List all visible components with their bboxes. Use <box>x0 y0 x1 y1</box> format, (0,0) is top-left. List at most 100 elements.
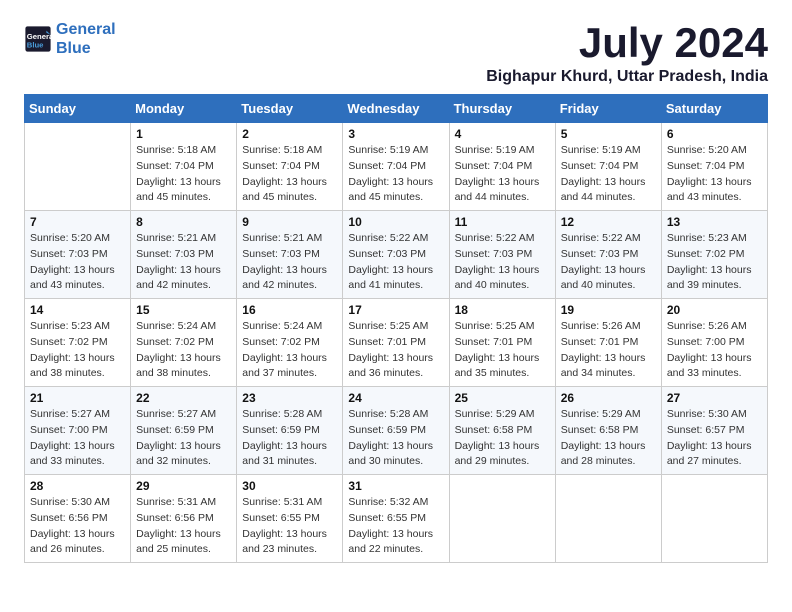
day-number: 13 <box>667 215 762 229</box>
day-info: Sunrise: 5:28 AM Sunset: 6:59 PM Dayligh… <box>242 407 337 470</box>
day-number: 16 <box>242 303 337 317</box>
day-number: 23 <box>242 391 337 405</box>
calendar-cell: 18 Sunrise: 5:25 AM Sunset: 7:01 PM Dayli… <box>449 299 555 387</box>
location-title: Bighapur Khurd, Uttar Pradesh, India <box>486 68 768 86</box>
calendar-cell: 21Sunrise: 5:27 AM Sunset: 7:00 PM Dayli… <box>25 387 131 475</box>
header-cell-tuesday: Tuesday <box>237 95 343 123</box>
day-number: 17 <box>348 303 443 317</box>
day-info: Sunrise: 5:18 AM Sunset: 7:04 PM Dayligh… <box>242 143 337 206</box>
day-number: 25 <box>455 391 550 405</box>
day-info: Sunrise: 5:28 AM Sunset: 6:59 PM Dayligh… <box>348 407 443 470</box>
header-cell-sunday: Sunday <box>25 95 131 123</box>
calendar-cell: 17 Sunrise: 5:25 AM Sunset: 7:01 PM Dayli… <box>343 299 449 387</box>
calendar-week-row: 1Sunrise: 5:18 AM Sunset: 7:04 PM Daylig… <box>25 123 768 211</box>
day-number: 30 <box>242 479 337 493</box>
logo-text: General Blue <box>56 20 116 58</box>
day-info: Sunrise: 5:26 AM Sunset: 7:00 PM Dayligh… <box>667 319 762 382</box>
day-number: 7 <box>30 215 125 229</box>
day-number: 15 <box>136 303 231 317</box>
day-number: 27 <box>667 391 762 405</box>
day-info: Sunrise: 5:27 AM Sunset: 6:59 PM Dayligh… <box>136 407 231 470</box>
day-info: Sunrise: 5:31 AM Sunset: 6:55 PM Dayligh… <box>242 495 337 558</box>
day-number: 9 <box>242 215 337 229</box>
day-info: Sunrise: 5:24 AM Sunset: 7:02 PM Dayligh… <box>242 319 337 382</box>
day-number: 12 <box>561 215 656 229</box>
day-number: 21 <box>30 391 125 405</box>
svg-text:Blue: Blue <box>27 41 44 50</box>
day-number: 11 <box>455 215 550 229</box>
day-info: Sunrise: 5:26 AM Sunset: 7:01 PM Dayligh… <box>561 319 656 382</box>
day-number: 28 <box>30 479 125 493</box>
calendar-cell: 25 Sunrise: 5:29 AM Sunset: 6:58 PM Dayli… <box>449 387 555 475</box>
month-title: July 2024 <box>486 20 768 66</box>
day-info: Sunrise: 5:25 AM Sunset: 7:01 PM Dayligh… <box>455 319 550 382</box>
calendar-cell: 15 Sunrise: 5:24 AM Sunset: 7:02 PM Dayli… <box>131 299 237 387</box>
calendar-cell: 19Sunrise: 5:26 AM Sunset: 7:01 PM Dayli… <box>555 299 661 387</box>
day-number: 5 <box>561 127 656 141</box>
calendar-body: 1Sunrise: 5:18 AM Sunset: 7:04 PM Daylig… <box>25 123 768 563</box>
day-info: Sunrise: 5:32 AM Sunset: 6:55 PM Dayligh… <box>348 495 443 558</box>
calendar-cell <box>449 475 555 563</box>
calendar-cell: 1Sunrise: 5:18 AM Sunset: 7:04 PM Daylig… <box>131 123 237 211</box>
calendar-cell: 16 Sunrise: 5:24 AM Sunset: 7:02 PM Dayli… <box>237 299 343 387</box>
calendar-cell: 7Sunrise: 5:20 AM Sunset: 7:03 PM Daylig… <box>25 211 131 299</box>
calendar-cell: 10 Sunrise: 5:22 AM Sunset: 7:03 PM Dayli… <box>343 211 449 299</box>
header: General Blue General Blue July 2024 Bigh… <box>24 20 768 86</box>
day-number: 14 <box>30 303 125 317</box>
header-cell-saturday: Saturday <box>661 95 767 123</box>
calendar-cell: 20Sunrise: 5:26 AM Sunset: 7:00 PM Dayli… <box>661 299 767 387</box>
day-info: Sunrise: 5:29 AM Sunset: 6:58 PM Dayligh… <box>561 407 656 470</box>
calendar-cell: 29 Sunrise: 5:31 AM Sunset: 6:56 PM Dayli… <box>131 475 237 563</box>
day-number: 6 <box>667 127 762 141</box>
day-info: Sunrise: 5:18 AM Sunset: 7:04 PM Dayligh… <box>136 143 231 206</box>
calendar-cell: 30 Sunrise: 5:31 AM Sunset: 6:55 PM Dayli… <box>237 475 343 563</box>
calendar-week-row: 21Sunrise: 5:27 AM Sunset: 7:00 PM Dayli… <box>25 387 768 475</box>
calendar-cell: 14 Sunrise: 5:23 AM Sunset: 7:02 PM Dayli… <box>25 299 131 387</box>
header-cell-wednesday: Wednesday <box>343 95 449 123</box>
day-info: Sunrise: 5:19 AM Sunset: 7:04 PM Dayligh… <box>455 143 550 206</box>
calendar-cell <box>25 123 131 211</box>
day-info: Sunrise: 5:23 AM Sunset: 7:02 PM Dayligh… <box>667 231 762 294</box>
calendar-cell: 23 Sunrise: 5:28 AM Sunset: 6:59 PM Dayli… <box>237 387 343 475</box>
day-info: Sunrise: 5:31 AM Sunset: 6:56 PM Dayligh… <box>136 495 231 558</box>
calendar-cell <box>555 475 661 563</box>
day-info: Sunrise: 5:21 AM Sunset: 7:03 PM Dayligh… <box>242 231 337 294</box>
calendar-cell: 13 Sunrise: 5:23 AM Sunset: 7:02 PM Dayli… <box>661 211 767 299</box>
calendar-cell: 5Sunrise: 5:19 AM Sunset: 7:04 PM Daylig… <box>555 123 661 211</box>
day-info: Sunrise: 5:29 AM Sunset: 6:58 PM Dayligh… <box>455 407 550 470</box>
day-info: Sunrise: 5:24 AM Sunset: 7:02 PM Dayligh… <box>136 319 231 382</box>
calendar-cell <box>661 475 767 563</box>
header-cell-monday: Monday <box>131 95 237 123</box>
day-number: 26 <box>561 391 656 405</box>
day-number: 29 <box>136 479 231 493</box>
calendar-cell: 26 Sunrise: 5:29 AM Sunset: 6:58 PM Dayli… <box>555 387 661 475</box>
calendar-cell: 6 Sunrise: 5:20 AM Sunset: 7:04 PM Daylig… <box>661 123 767 211</box>
header-cell-thursday: Thursday <box>449 95 555 123</box>
day-number: 8 <box>136 215 231 229</box>
day-info: Sunrise: 5:22 AM Sunset: 7:03 PM Dayligh… <box>348 231 443 294</box>
day-info: Sunrise: 5:20 AM Sunset: 7:04 PM Dayligh… <box>667 143 762 206</box>
day-number: 31 <box>348 479 443 493</box>
calendar-header-row: SundayMondayTuesdayWednesdayThursdayFrid… <box>25 95 768 123</box>
day-number: 18 <box>455 303 550 317</box>
day-number: 3 <box>348 127 443 141</box>
day-info: Sunrise: 5:23 AM Sunset: 7:02 PM Dayligh… <box>30 319 125 382</box>
day-number: 10 <box>348 215 443 229</box>
calendar-cell: 22Sunrise: 5:27 AM Sunset: 6:59 PM Dayli… <box>131 387 237 475</box>
calendar-cell: 3Sunrise: 5:19 AM Sunset: 7:04 PM Daylig… <box>343 123 449 211</box>
calendar-cell: 9 Sunrise: 5:21 AM Sunset: 7:03 PM Daylig… <box>237 211 343 299</box>
calendar-week-row: 28Sunrise: 5:30 AM Sunset: 6:56 PM Dayli… <box>25 475 768 563</box>
calendar-week-row: 14 Sunrise: 5:23 AM Sunset: 7:02 PM Dayli… <box>25 299 768 387</box>
day-number: 2 <box>242 127 337 141</box>
calendar-week-row: 7Sunrise: 5:20 AM Sunset: 7:03 PM Daylig… <box>25 211 768 299</box>
calendar-cell: 28Sunrise: 5:30 AM Sunset: 6:56 PM Dayli… <box>25 475 131 563</box>
day-info: Sunrise: 5:25 AM Sunset: 7:01 PM Dayligh… <box>348 319 443 382</box>
day-info: Sunrise: 5:22 AM Sunset: 7:03 PM Dayligh… <box>455 231 550 294</box>
calendar-cell: 2 Sunrise: 5:18 AM Sunset: 7:04 PM Daylig… <box>237 123 343 211</box>
calendar-cell: 4Sunrise: 5:19 AM Sunset: 7:04 PM Daylig… <box>449 123 555 211</box>
calendar-cell: 27Sunrise: 5:30 AM Sunset: 6:57 PM Dayli… <box>661 387 767 475</box>
logo: General Blue General Blue <box>24 20 116 58</box>
day-info: Sunrise: 5:22 AM Sunset: 7:03 PM Dayligh… <box>561 231 656 294</box>
day-info: Sunrise: 5:21 AM Sunset: 7:03 PM Dayligh… <box>136 231 231 294</box>
calendar-cell: 11 Sunrise: 5:22 AM Sunset: 7:03 PM Dayli… <box>449 211 555 299</box>
